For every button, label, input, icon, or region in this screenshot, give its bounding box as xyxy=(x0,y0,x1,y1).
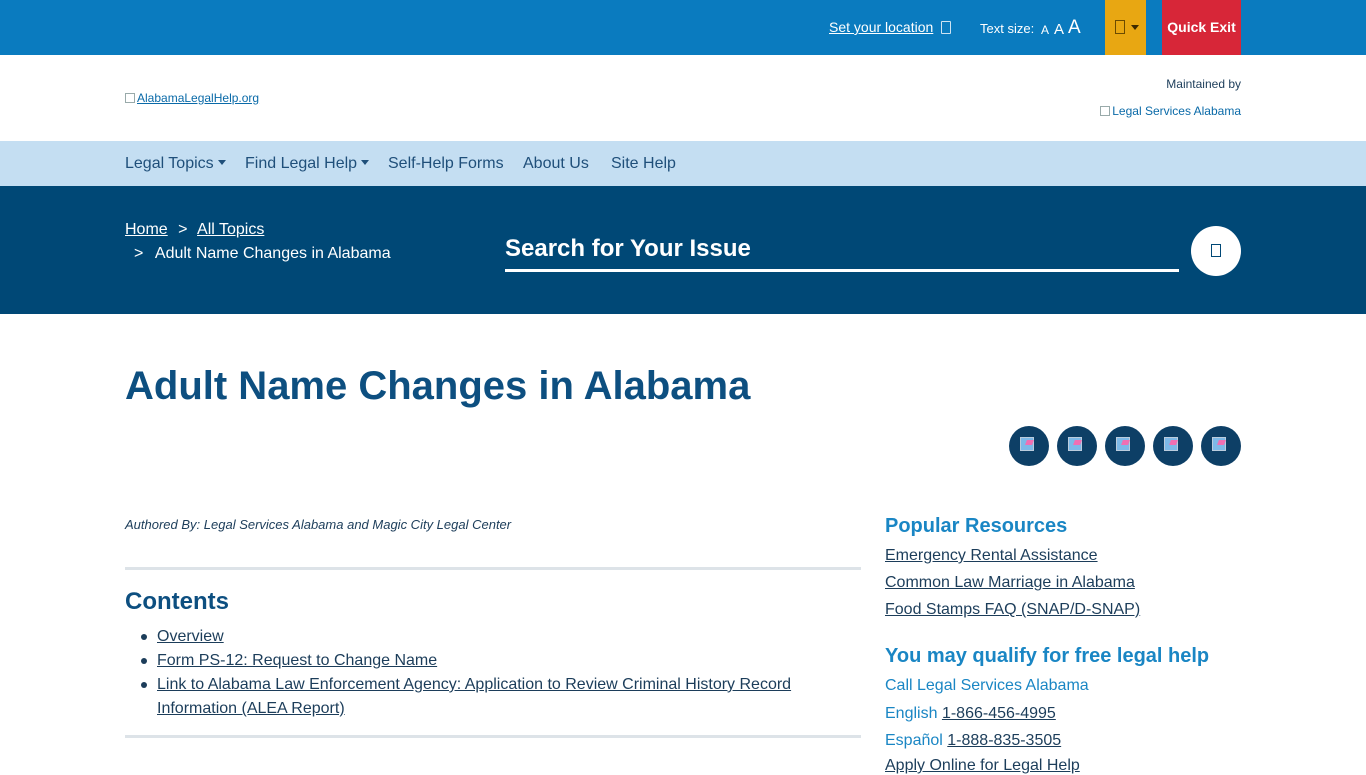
nav-legal-topics[interactable]: Legal Topics xyxy=(125,155,226,173)
language-select-button[interactable] xyxy=(1105,0,1146,55)
nav-about-us[interactable]: About Us xyxy=(523,155,589,173)
search-button[interactable] xyxy=(1191,226,1241,276)
email-share-icon[interactable] xyxy=(1153,426,1193,466)
print-icon[interactable] xyxy=(1201,426,1241,466)
toc-alea-link[interactable]: Link to Alabama Law Enforcement Agency: … xyxy=(157,676,791,717)
list-item: Form PS-12: Request to Change Name xyxy=(141,649,817,673)
breadcrumb: Home > All Topics xyxy=(125,221,264,239)
twitter-share-icon[interactable] xyxy=(1057,426,1097,466)
author-line: Authored By: Legal Services Alabama and … xyxy=(125,517,512,532)
search-input[interactable] xyxy=(505,232,1179,272)
site-logo[interactable]: AlabamaLegalHelp.org xyxy=(125,91,259,105)
english-phone-row: English 1-866-456-4995 xyxy=(885,705,1056,723)
spanish-label: Español xyxy=(885,732,943,749)
popular-resources-heading: Popular Resources xyxy=(885,515,1068,537)
page-title: Adult Name Changes in Alabama xyxy=(125,364,751,408)
qualify-heading: You may qualify for free legal help xyxy=(885,645,1210,667)
popular-link-rental[interactable]: Emergency Rental Assistance xyxy=(885,547,1098,565)
contents-list: Overview Form PS-12: Request to Change N… xyxy=(141,625,817,721)
maintained-by-label: Maintained by xyxy=(1166,77,1241,91)
text-size-medium-button[interactable]: A xyxy=(1054,21,1064,38)
breadcrumb-current: Adult Name Changes in Alabama xyxy=(154,245,391,262)
text-size-label: Text size: xyxy=(980,21,1035,36)
legal-services-alabama-logo[interactable]: Legal Services Alabama xyxy=(1100,104,1241,118)
broken-image-icon xyxy=(125,93,135,103)
list-item: Link to Alabama Law Enforcement Agency: … xyxy=(141,673,817,721)
english-phone-link[interactable]: 1-866-456-4995 xyxy=(942,705,1056,722)
text-size-large-button[interactable]: A xyxy=(1068,17,1081,39)
text-size-small-button[interactable]: A xyxy=(1041,23,1049,37)
spanish-phone-row: Español 1-888-835-3505 xyxy=(885,732,1061,750)
list-item: Overview xyxy=(141,625,817,649)
divider xyxy=(125,567,861,570)
chevron-down-icon xyxy=(1131,25,1139,30)
breadcrumb-all-topics[interactable]: All Topics xyxy=(197,221,264,238)
english-label: English xyxy=(885,705,938,722)
logo-alt-text: AlabamaLegalHelp.org xyxy=(137,91,260,105)
toc-form-ps12-link[interactable]: Form PS-12: Request to Change Name xyxy=(157,652,437,669)
nav-find-legal-help[interactable]: Find Legal Help xyxy=(245,155,369,173)
linkedin-share-icon[interactable] xyxy=(1105,426,1145,466)
search-icon xyxy=(1211,244,1221,257)
breadcrumb-separator: > xyxy=(134,245,144,262)
call-lsa-text: Call Legal Services Alabama xyxy=(885,677,1089,694)
facebook-share-icon[interactable] xyxy=(1009,426,1049,466)
quick-exit-button[interactable]: Quick Exit xyxy=(1162,0,1241,55)
popular-link-snap[interactable]: Food Stamps FAQ (SNAP/D-SNAP) xyxy=(885,601,1140,619)
translate-icon xyxy=(1115,20,1125,34)
breadcrumb-current-row: > Adult Name Changes in Alabama xyxy=(134,245,391,263)
maintainer-logo-alt: Legal Services Alabama xyxy=(1112,104,1241,118)
contents-heading: Contents xyxy=(125,588,229,615)
nav-site-help[interactable]: Site Help xyxy=(611,155,676,173)
breadcrumb-separator: > xyxy=(178,221,188,238)
location-icon[interactable] xyxy=(941,21,951,34)
toc-overview-link[interactable]: Overview xyxy=(157,628,224,645)
breadcrumb-home[interactable]: Home xyxy=(125,221,168,238)
popular-link-marriage[interactable]: Common Law Marriage in Alabama xyxy=(885,574,1135,592)
divider xyxy=(125,735,861,738)
broken-image-icon xyxy=(1100,106,1111,116)
spanish-phone-link[interactable]: 1-888-835-3505 xyxy=(947,732,1061,749)
set-location-link[interactable]: Set your location xyxy=(829,19,933,35)
apply-online-link[interactable]: Apply Online for Legal Help xyxy=(885,757,1080,775)
nav-self-help-forms[interactable]: Self-Help Forms xyxy=(388,155,504,173)
